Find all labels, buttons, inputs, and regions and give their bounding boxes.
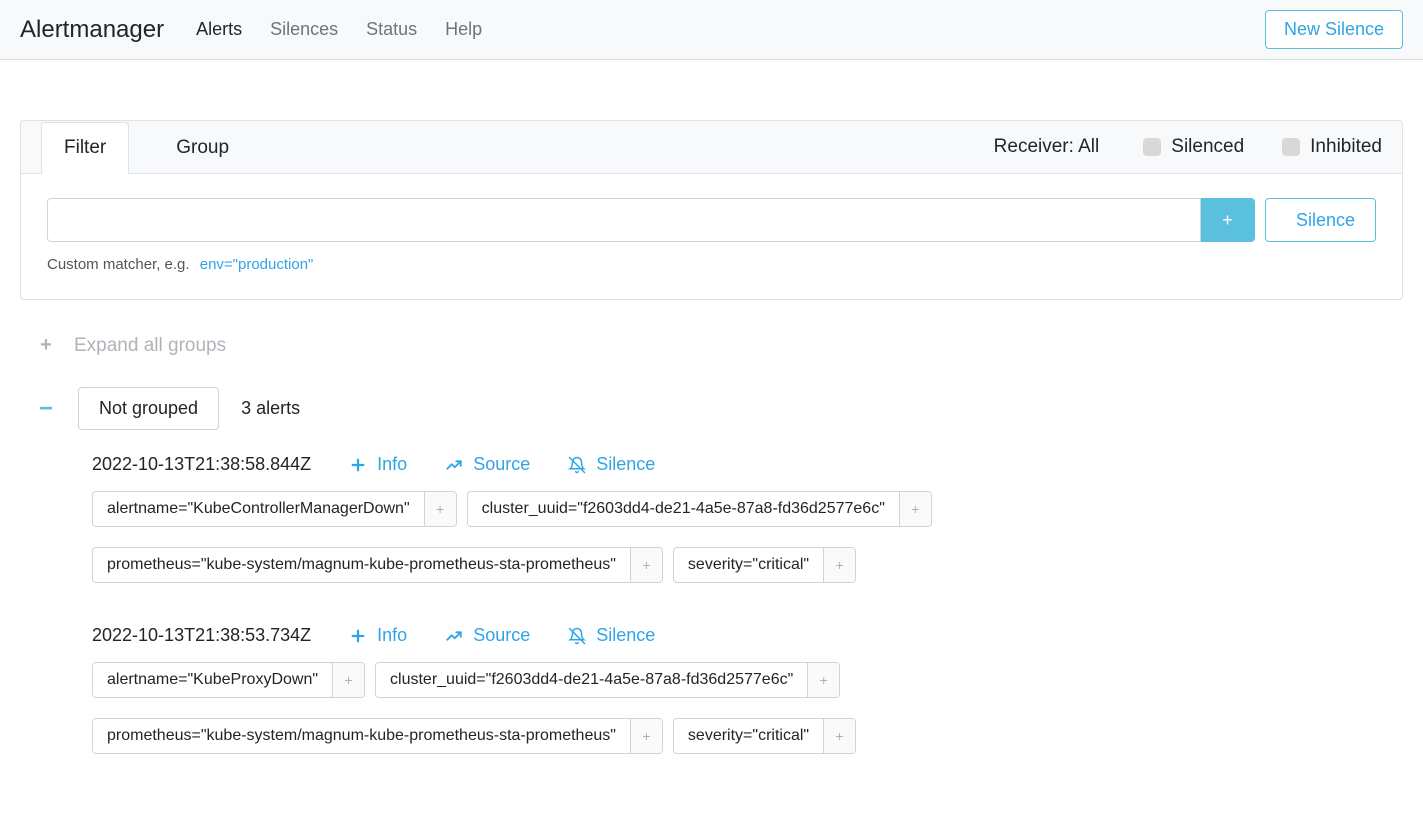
- label-text: prometheus="kube-system/magnum-kube-prom…: [93, 548, 630, 582]
- nav-status[interactable]: Status: [366, 19, 417, 40]
- label-pill[interactable]: cluster_uuid="f2603dd4-de21-4a5e-87a8-fd…: [467, 491, 932, 527]
- expand-all-button[interactable]: + Expand all groups: [36, 334, 1403, 357]
- action-label: Silence: [596, 625, 655, 646]
- group-count: 3 alerts: [241, 398, 300, 419]
- matcher-example-link[interactable]: env="production": [200, 256, 314, 273]
- silence-button[interactable]: Silence: [1265, 198, 1376, 242]
- add-label-filter-icon[interactable]: +: [332, 663, 364, 697]
- matcher-hint: Custom matcher, e.g. env="production": [47, 256, 1376, 273]
- label-text: severity="critical": [674, 719, 823, 753]
- label-pill[interactable]: alertname="KubeProxyDown"+: [92, 662, 365, 698]
- plus-icon: [349, 627, 367, 645]
- group-header: − Not grouped 3 alerts: [36, 387, 1403, 430]
- silenced-toggle[interactable]: Silenced: [1143, 136, 1244, 158]
- nav-help[interactable]: Help: [445, 19, 482, 40]
- silence-button[interactable]: Silence: [568, 454, 655, 475]
- tab-filter[interactable]: Filter: [41, 122, 129, 174]
- group-name-button[interactable]: Not grouped: [78, 387, 219, 430]
- silence-button-label: Silence: [1296, 210, 1355, 231]
- bell-off-icon: [568, 627, 586, 645]
- label-row: alertname="KubeControllerManagerDown"+cl…: [92, 491, 1403, 593]
- chart-icon: [445, 627, 463, 645]
- label-text: cluster_uuid="f2603dd4-de21-4a5e-87a8-fd…: [376, 663, 807, 697]
- action-label: Source: [473, 625, 530, 646]
- action-label: Info: [377, 625, 407, 646]
- add-label-filter-icon[interactable]: +: [823, 719, 855, 753]
- label-row: alertname="KubeProxyDown"+cluster_uuid="…: [92, 662, 1403, 764]
- add-label-filter-icon[interactable]: +: [807, 663, 839, 697]
- nav-alerts[interactable]: Alerts: [196, 19, 242, 40]
- alert-timestamp: 2022-10-13T21:38:58.844Z: [92, 454, 311, 475]
- inhibited-toggle[interactable]: Inhibited: [1282, 136, 1382, 158]
- silenced-label: Silenced: [1171, 136, 1244, 158]
- filter-input[interactable]: [47, 198, 1201, 242]
- checkbox-icon[interactable]: [1143, 138, 1161, 156]
- add-label-filter-icon[interactable]: +: [424, 492, 456, 526]
- add-label-filter-icon[interactable]: +: [899, 492, 931, 526]
- source-button[interactable]: Source: [445, 625, 530, 646]
- source-button[interactable]: Source: [445, 454, 530, 475]
- label-pill[interactable]: severity="critical"+: [673, 547, 856, 583]
- alert-timestamp: 2022-10-13T21:38:53.734Z: [92, 625, 311, 646]
- groups-area: + Expand all groups − Not grouped 3 aler…: [20, 334, 1403, 764]
- new-silence-button[interactable]: New Silence: [1265, 10, 1403, 49]
- alert-header: 2022-10-13T21:38:53.734Z Info Source Silenc…: [92, 625, 1403, 646]
- silence-button[interactable]: Silence: [568, 625, 655, 646]
- label-text: severity="critical": [674, 548, 823, 582]
- brand: Alertmanager: [20, 16, 164, 44]
- expand-all-label: Expand all groups: [74, 335, 226, 357]
- nav-silences[interactable]: Silences: [270, 19, 338, 40]
- tab-group[interactable]: Group: [153, 122, 252, 174]
- label-pill[interactable]: prometheus="kube-system/magnum-kube-prom…: [92, 718, 663, 754]
- action-label: Silence: [596, 454, 655, 475]
- add-label-filter-icon[interactable]: +: [630, 548, 662, 582]
- action-label: Source: [473, 454, 530, 475]
- label-text: cluster_uuid="f2603dd4-de21-4a5e-87a8-fd…: [468, 492, 899, 526]
- inhibited-label: Inhibited: [1310, 136, 1382, 158]
- minus-icon[interactable]: −: [36, 397, 56, 421]
- navbar: Alertmanager Alerts Silences Status Help…: [0, 0, 1423, 60]
- info-button[interactable]: Info: [349, 625, 407, 646]
- add-label-filter-icon[interactable]: +: [823, 548, 855, 582]
- label-text: prometheus="kube-system/magnum-kube-prom…: [93, 719, 630, 753]
- card-body: + Silence Custom matcher, e.g. env="prod…: [21, 173, 1402, 299]
- content: Filter Group Receiver: All Silenced Inhi…: [0, 60, 1423, 816]
- alert-header: 2022-10-13T21:38:58.844Z Info Source Silenc…: [92, 454, 1403, 475]
- checkbox-icon[interactable]: [1282, 138, 1300, 156]
- filter-card: Filter Group Receiver: All Silenced Inhi…: [20, 120, 1403, 300]
- action-label: Info: [377, 454, 407, 475]
- bell-off-icon: [568, 456, 586, 474]
- label-pill[interactable]: cluster_uuid="f2603dd4-de21-4a5e-87a8-fd…: [375, 662, 840, 698]
- plus-icon: +: [36, 334, 56, 357]
- add-matcher-button[interactable]: +: [1201, 198, 1255, 242]
- card-header: Filter Group Receiver: All Silenced Inhi…: [21, 121, 1402, 173]
- label-pill[interactable]: prometheus="kube-system/magnum-kube-prom…: [92, 547, 663, 583]
- plus-icon: [349, 456, 367, 474]
- label-pill[interactable]: alertname="KubeControllerManagerDown"+: [92, 491, 457, 527]
- info-button[interactable]: Info: [349, 454, 407, 475]
- label-pill[interactable]: severity="critical"+: [673, 718, 856, 754]
- chart-icon: [445, 456, 463, 474]
- alert-block: 2022-10-13T21:38:53.734Z Info Source Silenc…: [92, 625, 1403, 764]
- add-label-filter-icon[interactable]: +: [630, 719, 662, 753]
- label-text: alertname="KubeProxyDown": [93, 663, 332, 697]
- label-text: alertname="KubeControllerManagerDown": [93, 492, 424, 526]
- receiver-label[interactable]: Receiver: All: [994, 136, 1100, 158]
- alert-block: 2022-10-13T21:38:58.844Z Info Source Silenc…: [92, 454, 1403, 593]
